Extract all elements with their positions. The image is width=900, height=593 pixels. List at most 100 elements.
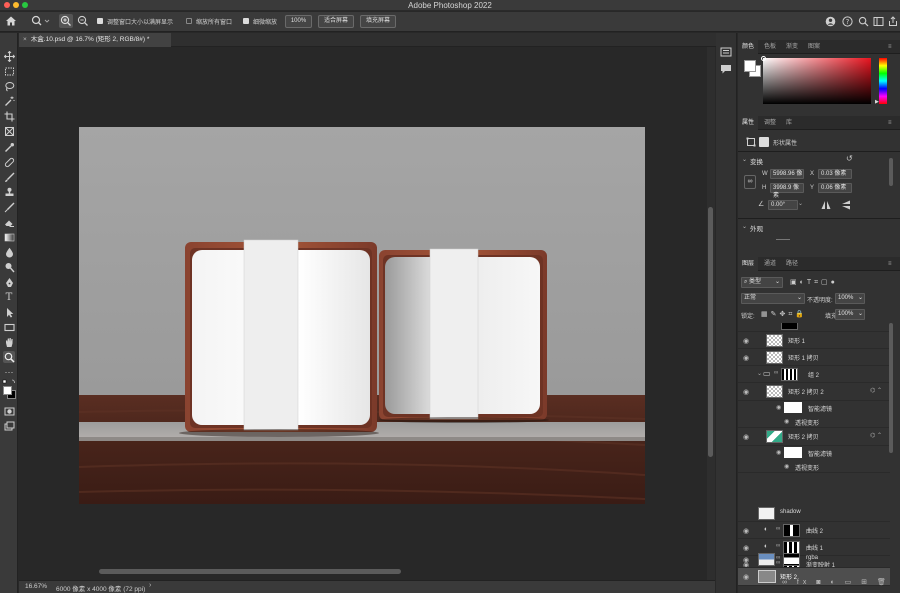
visibility-eye-icon[interactable]: ◉ (743, 556, 749, 564)
tab-channels[interactable]: 通道 (760, 257, 780, 271)
group-expand-icon[interactable]: ⌄ (757, 370, 762, 377)
layer-name[interactable]: 矩形 1 (788, 336, 805, 345)
flip-vertical-icon[interactable] (841, 200, 851, 210)
smart-filter-row[interactable]: ◉ 智能滤镜 (738, 446, 890, 459)
hand-tool-icon[interactable] (3, 336, 15, 348)
user-icon[interactable] (825, 16, 836, 27)
layer-name[interactable]: 组 2 (808, 370, 819, 379)
document-info[interactable]: 6000 像素 x 4000 像素 (72 ppi) (56, 583, 145, 593)
tab-properties[interactable]: 属性 (738, 116, 759, 130)
tab-swatches[interactable]: 色板 (760, 40, 780, 54)
fill-screen-button[interactable]: 填充屏幕 (360, 15, 396, 28)
angle-dropdown-icon[interactable]: ⌄ (798, 200, 803, 207)
pen-tool-icon[interactable] (3, 276, 15, 288)
smart-filter-row[interactable]: ◉ 智能滤镜 (738, 401, 890, 414)
home-icon[interactable] (5, 15, 17, 27)
appearance-collapse-icon[interactable]: ⌄ (742, 223, 747, 230)
zoom-out-icon[interactable] (76, 14, 90, 28)
properties-scrollbar[interactable] (889, 158, 893, 186)
mask-link-icon[interactable]: ∞ (776, 543, 780, 549)
layers-footer-icons[interactable]: ∞ fx ◙ ◐ ▭ ⊞ 🗑 (782, 578, 890, 586)
layer-name[interactable]: 透视变形 (795, 418, 819, 427)
dodge-tool-icon[interactable] (3, 261, 15, 273)
layer-filter-icons[interactable]: ▣◐T⌗▢● (790, 278, 838, 287)
smart-filter-row[interactable]: ◉ 透视变形 (738, 414, 890, 428)
comments-panel-icon[interactable] (720, 64, 732, 74)
gradient-tool-icon[interactable] (3, 231, 15, 243)
layer-row[interactable]: ◉ ∞ rgba (738, 551, 890, 568)
screen-mode-icon[interactable] (3, 420, 15, 432)
healing-brush-tool-icon[interactable] (3, 156, 15, 168)
swap-colors-icon[interactable] (2, 379, 16, 385)
visibility-eye-icon[interactable]: ◉ (743, 573, 749, 581)
filter-visibility-eye-icon[interactable]: ◉ (784, 463, 789, 470)
zoom-level[interactable]: 16.67% (25, 583, 47, 590)
layer-row[interactable]: ◉ 矩形 2 拷贝 2 ⌬ ⌃ (738, 383, 890, 401)
status-menu-icon[interactable]: › (149, 582, 151, 589)
visibility-eye-icon[interactable]: ◉ (743, 433, 749, 441)
marquee-tool-icon[interactable] (3, 65, 15, 77)
filter-visibility-eye-icon[interactable]: ◉ (776, 404, 781, 411)
panel-menu-icon[interactable]: ≡ (884, 40, 896, 54)
mask-link-icon[interactable]: ∞ (776, 555, 780, 561)
reset-transform-icon[interactable]: ↺ (846, 154, 853, 163)
filter-visibility-eye-icon[interactable]: ◉ (776, 449, 781, 456)
eraser-tool-icon[interactable] (3, 216, 15, 228)
path-selection-tool-icon[interactable] (3, 306, 15, 318)
zoom-tool-icon[interactable] (3, 351, 15, 363)
lock-icons[interactable]: ▦✎✥⌗🔒 (761, 310, 807, 319)
transform-collapse-icon[interactable]: ⌄ (742, 156, 747, 163)
mask-link-icon[interactable]: ∞ (774, 370, 778, 376)
move-tool-icon[interactable] (3, 50, 15, 62)
layer-name[interactable]: 透视变形 (795, 463, 819, 472)
layers-scrollbar[interactable] (889, 323, 893, 453)
hue-slider[interactable] (879, 58, 887, 104)
foreground-color-swatch[interactable] (3, 386, 12, 395)
crop-tool-icon[interactable] (3, 110, 15, 122)
brush-tool-icon[interactable] (3, 171, 15, 183)
more-tools-icon[interactable]: ··· (3, 366, 15, 378)
vertical-scrollbar-thumb[interactable] (708, 207, 713, 457)
color-panel-foreground-swatch[interactable] (744, 60, 756, 72)
layer-row[interactable]: shadow (738, 505, 890, 522)
search-icon[interactable] (858, 16, 869, 27)
properties-menu-icon[interactable]: ≡ (884, 116, 896, 130)
type-tool-icon[interactable]: T (3, 291, 15, 303)
workspace-icon[interactable] (873, 16, 884, 27)
visibility-eye-icon[interactable]: ◉ (743, 354, 749, 362)
stamp-tool-icon[interactable] (3, 186, 15, 198)
resize-windows-checkbox[interactable] (97, 18, 103, 24)
document-tab[interactable]: × 木盒.10.psd @ 16.7% (矩形 2, RGB/8#) * (19, 33, 171, 47)
layer-row[interactable]: ◉ 矩形 2 拷贝 ⌬ ⌃ (738, 428, 890, 446)
help-icon[interactable]: ? (842, 16, 853, 27)
tab-gradients[interactable]: 渐变 (782, 40, 802, 54)
fill-input[interactable]: 100% ⌄ (835, 309, 865, 320)
layer-name[interactable]: 矩形 2 拷贝 2 (788, 387, 824, 396)
height-input[interactable]: 3998.9 像素 (770, 183, 804, 199)
angle-input[interactable]: 0.00° (768, 200, 798, 210)
eyedropper-tool-icon[interactable] (3, 141, 15, 153)
history-brush-tool-icon[interactable] (3, 201, 15, 213)
layer-row-clipped[interactable] (738, 323, 890, 332)
zoom-all-windows-checkbox[interactable] (186, 18, 192, 24)
color-field[interactable] (761, 56, 871, 104)
filter-visibility-eye-icon[interactable]: ◉ (784, 418, 789, 425)
layer-row[interactable]: ◉ 矩形 1 (738, 332, 890, 349)
zoom-100-button[interactable]: 100% (285, 15, 312, 28)
link-dimensions-icon[interactable]: ∞ (744, 175, 756, 189)
visibility-eye-icon[interactable]: ◉ (743, 527, 749, 535)
width-input[interactable]: 5998.96 像 (770, 169, 804, 179)
layer-filter-select[interactable]: ⌕ 类型 ⌄ (741, 277, 783, 288)
smart-filter-row[interactable]: ◉ 透视变形 (738, 459, 890, 473)
quick-mask-icon[interactable] (3, 405, 15, 417)
canvas-area[interactable] (19, 47, 707, 580)
x-input[interactable]: 0.03 像素 (818, 169, 852, 179)
layer-name[interactable]: rgba (806, 555, 818, 561)
document-canvas[interactable] (79, 127, 645, 504)
tab-patterns[interactable]: 图案 (804, 40, 824, 54)
y-input[interactable]: 0.06 像素 (818, 183, 852, 193)
tab-color[interactable]: 颜色 (738, 40, 759, 54)
scrubby-zoom-checkbox[interactable] (243, 18, 249, 24)
fit-screen-button[interactable]: 适合屏幕 (318, 15, 354, 28)
blur-tool-icon[interactable] (3, 246, 15, 258)
